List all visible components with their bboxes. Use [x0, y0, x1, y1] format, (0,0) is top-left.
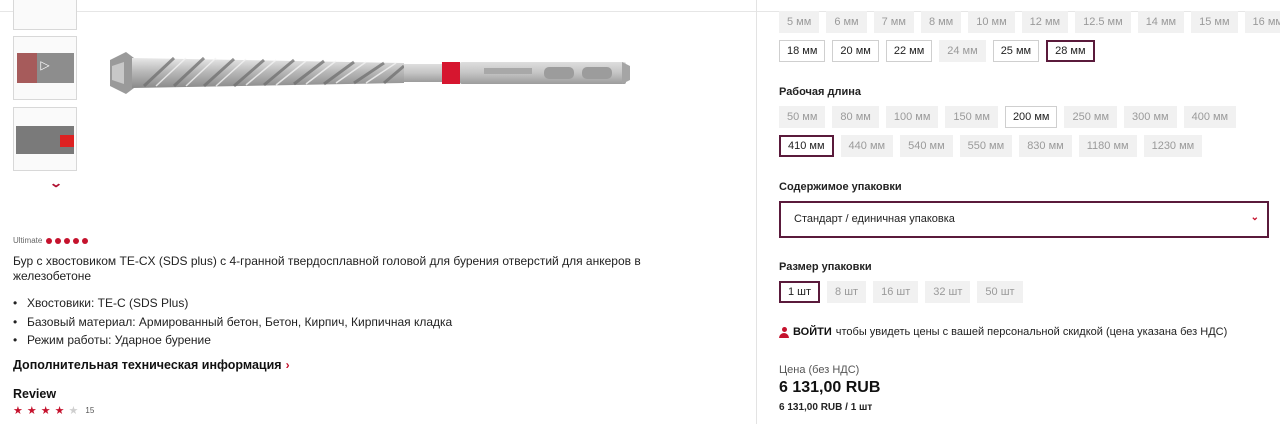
length-option[interactable]: 550 мм: [959, 135, 1013, 157]
chevron-down-icon: ⌄: [1250, 212, 1259, 223]
length-option[interactable]: 830 мм: [1019, 135, 1072, 157]
review-title: Review: [13, 387, 57, 401]
tier-dot: [82, 237, 89, 244]
price-value: 6 131,00 RUB: [779, 379, 881, 396]
diameter-option[interactable]: 16 мм: [1244, 11, 1280, 33]
length-option[interactable]: 300 мм: [1124, 106, 1177, 128]
diameter-options-row-1: 5 мм 6 мм 7 мм 8 мм 10 мм 12 мм 12.5 мм …: [779, 11, 1280, 33]
user-icon: [779, 326, 789, 338]
login-text: чтобы увидеть цены с вашей персональной …: [835, 326, 1228, 338]
diameter-option[interactable]: 24 мм: [939, 40, 986, 62]
length-option[interactable]: 1180 мм: [1078, 135, 1137, 157]
feature-item: Базовый материал: Армированный бетон, Бе…: [13, 313, 452, 332]
length-option[interactable]: 80 мм: [832, 106, 879, 128]
diameter-option-selected[interactable]: 28 мм: [1046, 40, 1095, 62]
length-option[interactable]: 540 мм: [900, 135, 953, 157]
length-option[interactable]: 200 мм: [1004, 106, 1058, 128]
package-content-select[interactable]: Стандарт / единичная упаковка ⌄: [779, 201, 1269, 238]
diameter-option[interactable]: 6 мм: [826, 11, 867, 33]
star-icon: ★: [40, 405, 51, 417]
diameter-option[interactable]: 5 мм: [779, 11, 820, 33]
diameter-option[interactable]: 18 мм: [779, 40, 826, 62]
more-technical-info-link[interactable]: Дополнительная техническая информация ›: [13, 358, 290, 372]
diameter-option[interactable]: 12.5 мм: [1075, 11, 1131, 33]
package-size-option[interactable]: 8 шт: [827, 281, 867, 303]
more-info-label: Дополнительная техническая информация: [13, 358, 282, 372]
thumbnail-image-2[interactable]: [13, 107, 77, 171]
diameter-options-row-2: 18 мм 20 мм 22 мм 24 мм 25 мм 28 мм: [779, 40, 1095, 62]
star-empty-icon: ★: [68, 405, 79, 417]
feature-list: Хвостовики: TE-C (SDS Plus) Базовый мате…: [13, 294, 452, 350]
length-options-row-2: 410 мм 440 мм 540 мм 550 мм 830 мм 1180 …: [779, 135, 1203, 157]
diameter-option[interactable]: 22 мм: [885, 40, 933, 62]
diameter-option[interactable]: 25 мм: [992, 40, 1040, 62]
chevron-right-icon: ›: [285, 358, 290, 372]
package-size-option[interactable]: 16 шт: [873, 281, 919, 303]
package-content-title: Содержимое упаковки: [779, 181, 902, 193]
package-size-options: 1 шт 8 шт 16 шт 32 шт 50 шт: [779, 281, 1023, 303]
diameter-option[interactable]: 12 мм: [1021, 11, 1069, 33]
tier-dot: [46, 237, 53, 244]
diameter-option[interactable]: 20 мм: [832, 40, 879, 62]
package-size-title: Размер упаковки: [779, 261, 872, 273]
thumbnail-video[interactable]: ▷: [13, 36, 77, 100]
thumbnail-image-1[interactable]: [13, 0, 77, 30]
star-icon: ★: [26, 405, 37, 417]
length-option[interactable]: 1230 мм: [1143, 135, 1203, 157]
tier-dot: [73, 237, 80, 244]
play-icon: ▷: [40, 58, 50, 72]
length-options-row-1: 50 мм 80 мм 100 мм 150 мм 200 мм 250 мм …: [779, 106, 1237, 128]
feature-item: Режим работы: Ударное бурение: [13, 331, 452, 350]
star-icon: ★: [13, 405, 23, 417]
chevron-down-icon[interactable]: ⌄: [49, 176, 63, 190]
price-label: Цена (без НДС): [779, 364, 860, 376]
star-rating[interactable]: ★ ★ ★ ★ ★ 15: [13, 404, 94, 417]
diameter-option[interactable]: 10 мм: [968, 11, 1015, 33]
diameter-option[interactable]: 8 мм: [920, 11, 962, 33]
package-size-option[interactable]: 50 шт: [977, 281, 1023, 303]
package-size-option[interactable]: 32 шт: [925, 281, 971, 303]
length-option[interactable]: 250 мм: [1064, 106, 1118, 128]
length-option[interactable]: 150 мм: [945, 106, 998, 128]
length-option-selected[interactable]: 410 мм: [779, 135, 834, 157]
diameter-option[interactable]: 14 мм: [1137, 11, 1185, 33]
tier-dots: [46, 237, 89, 244]
diameter-option[interactable]: 15 мм: [1191, 11, 1238, 33]
review-count: 15: [85, 406, 95, 415]
product-tier: Ultimate: [13, 236, 89, 245]
length-option[interactable]: 100 мм: [885, 106, 939, 128]
diameter-option[interactable]: 7 мм: [873, 11, 914, 33]
length-option[interactable]: 440 мм: [840, 135, 894, 157]
product-image: [110, 52, 630, 94]
column-divider: [756, 0, 757, 424]
star-icon: ★: [54, 405, 65, 417]
package-content-value: Стандарт / единичная упаковка: [794, 213, 955, 225]
length-option[interactable]: 400 мм: [1183, 106, 1237, 128]
length-option[interactable]: 50 мм: [779, 106, 826, 128]
tier-dot: [55, 237, 62, 244]
package-size-option-selected[interactable]: 1 шт: [779, 281, 821, 303]
product-description: Бур с хвостовиком TE-CX (SDS plus) с 4-г…: [13, 254, 641, 283]
working-length-title: Рабочая длина: [779, 86, 862, 98]
login-prompt: ВОЙТИ чтобы увидеть цены с вашей персона…: [779, 326, 1227, 338]
price-per-unit: 6 131,00 RUB / 1 шт: [779, 402, 873, 413]
login-link[interactable]: ВОЙТИ: [793, 326, 832, 338]
feature-item: Хвостовики: TE-C (SDS Plus): [13, 294, 452, 313]
tier-label: Ultimate: [13, 236, 43, 245]
tier-dot: [64, 237, 71, 244]
